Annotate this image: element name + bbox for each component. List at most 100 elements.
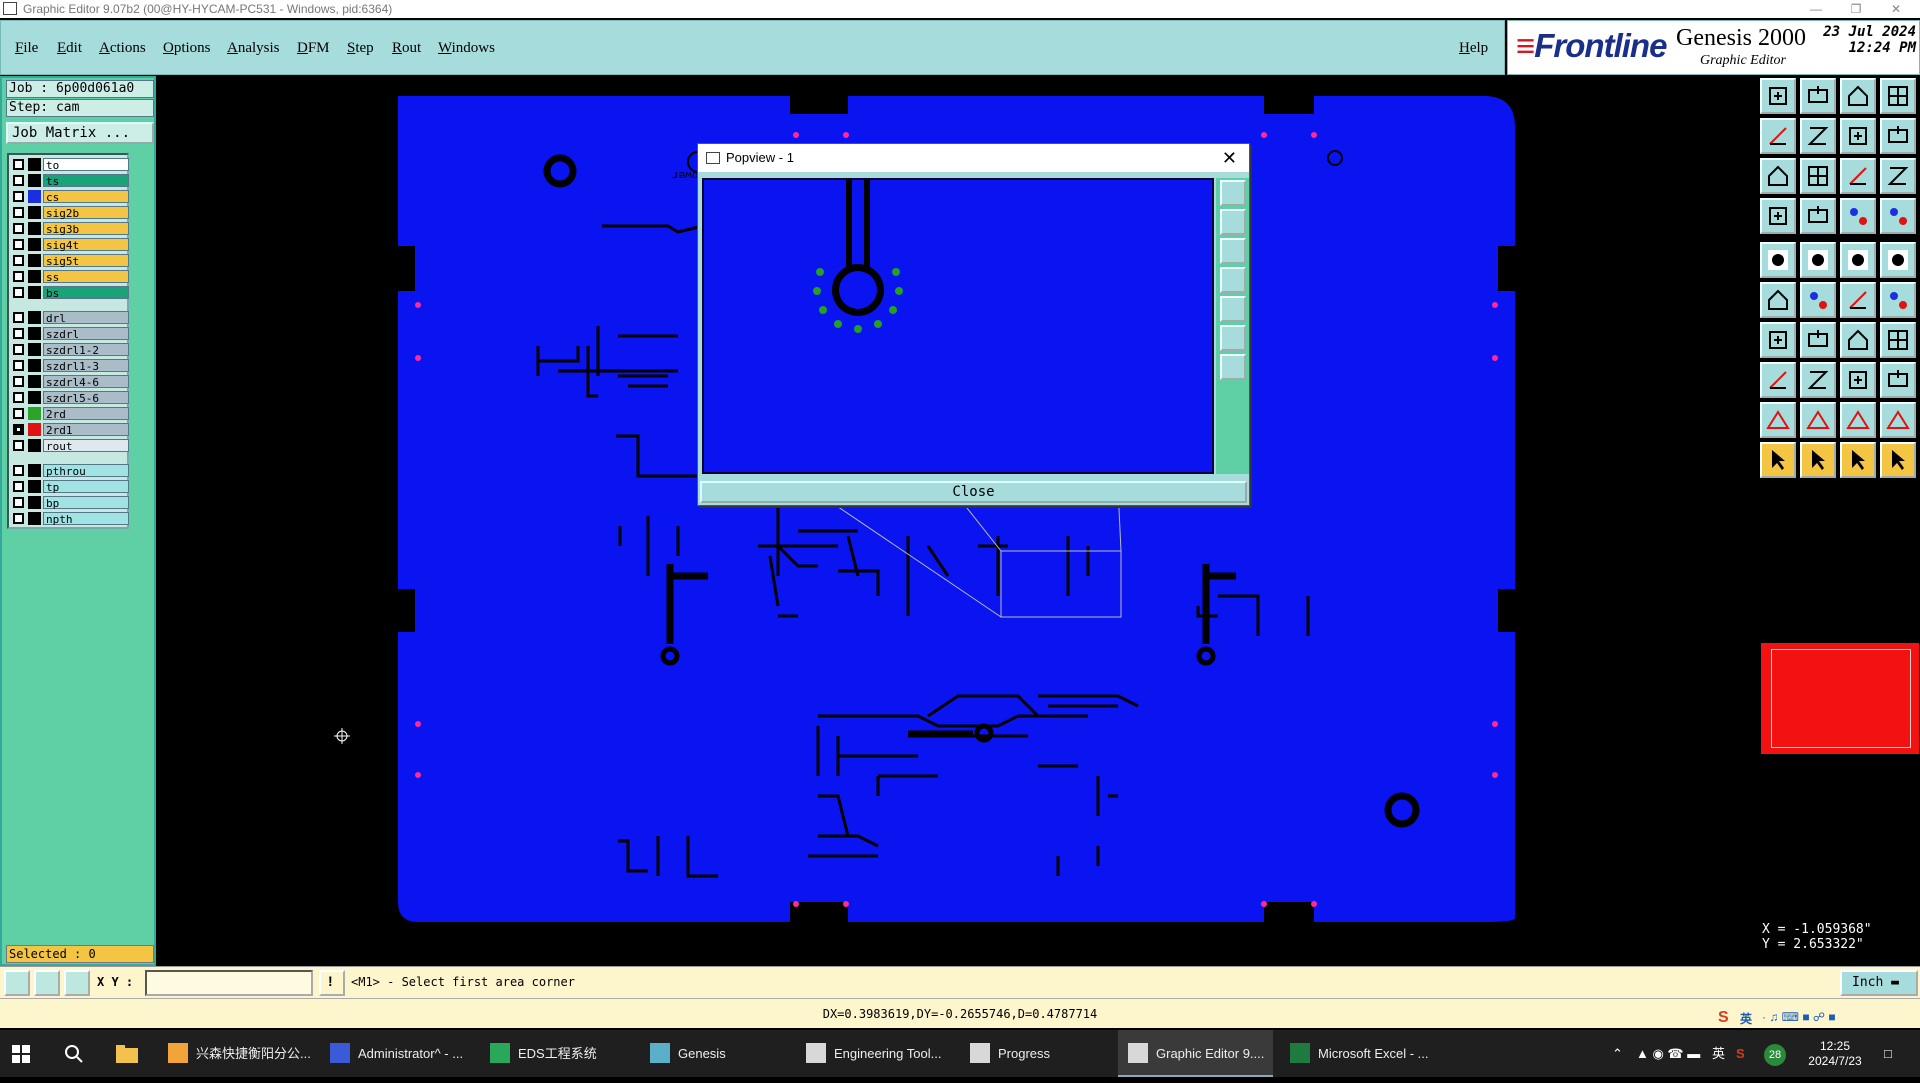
search-icon[interactable] [64, 1030, 84, 1077]
layer-checkbox[interactable] [13, 312, 24, 323]
sogou-icon[interactable]: S [1718, 1009, 1729, 1027]
layer-row-npth[interactable]: npth [11, 511, 129, 526]
layer-name[interactable]: bs [43, 286, 129, 300]
minimize-icon[interactable]: — [1796, 0, 1836, 18]
layer-color-swatch[interactable] [28, 423, 41, 436]
ime-tools-icons[interactable]: · ♫ ⌨ ■ ☍ ■ [1762, 1010, 1836, 1024]
layer-name[interactable]: rout [43, 439, 129, 453]
pan-left-button[interactable] [1760, 118, 1796, 154]
feature-line-button[interactable] [1840, 242, 1876, 278]
zoom-window-button[interactable] [1840, 118, 1876, 154]
popview-pan-up-button[interactable] [1220, 209, 1246, 235]
taskbar-app-4[interactable]: Engineering Tool... [796, 1030, 946, 1077]
taskbar-app-3[interactable]: Genesis [640, 1030, 785, 1077]
layer-checkbox[interactable] [13, 424, 24, 435]
layer-row-szdrl1-3[interactable]: szdrl1-3 [11, 358, 129, 373]
connect-nodes-button[interactable] [1760, 282, 1796, 318]
taskbar-app-0[interactable]: 兴森快捷衡阳分公... [158, 1030, 311, 1077]
layer-row-sig2b[interactable]: sig2b [11, 205, 129, 220]
popview-close-icon[interactable]: ✕ [1222, 144, 1237, 172]
layer-color-swatch[interactable] [28, 512, 41, 525]
layer-name[interactable]: szdrl5-6 [43, 391, 129, 405]
popview-pan-right-button[interactable] [1220, 296, 1246, 322]
menu-rout[interactable]: Rout [392, 40, 421, 57]
zoom-in-button[interactable] [1800, 158, 1836, 194]
feature-filter-button[interactable] [1880, 322, 1916, 358]
layer-checkbox[interactable] [13, 376, 24, 387]
select-cursor-button[interactable] [1840, 442, 1876, 478]
taskbar-app-2[interactable]: EDS工程系统 [480, 1030, 630, 1077]
taskbar-app-7[interactable]: Microsoft Excel - ... [1280, 1030, 1435, 1077]
layer-color-swatch[interactable] [28, 206, 41, 219]
layer-row-bp[interactable]: bp [11, 495, 129, 510]
layer-color-swatch[interactable] [28, 464, 41, 477]
arc-draw-button[interactable] [1840, 322, 1876, 358]
layer-color-swatch[interactable] [28, 375, 41, 388]
layer-checkbox[interactable] [13, 465, 24, 476]
graphic-canvas[interactable]: X1 Power [158, 76, 1756, 966]
line-cut-button[interactable] [1800, 362, 1836, 398]
restore-icon[interactable]: ❐ [1836, 0, 1876, 18]
layer-checkbox[interactable] [13, 360, 24, 371]
layer-checkbox[interactable] [13, 287, 24, 298]
layer-row-rout[interactable]: rout [11, 438, 129, 453]
layer-row-pthrou[interactable]: pthrou [11, 463, 129, 478]
layer-checkbox[interactable] [13, 207, 24, 218]
layer-color-swatch[interactable] [28, 174, 41, 187]
layer-name[interactable]: szdrl1-3 [43, 359, 129, 373]
tray-sogou-icon[interactable]: S [1736, 1030, 1745, 1077]
layer-checkbox[interactable] [13, 223, 24, 234]
home-step-button[interactable] [1840, 78, 1876, 114]
layer-color-swatch[interactable] [28, 496, 41, 509]
overview-window[interactable] [1761, 643, 1919, 754]
popview-pan-left-button[interactable] [1220, 267, 1246, 293]
layer-color-swatch[interactable] [28, 327, 41, 340]
layer-color-swatch[interactable] [28, 270, 41, 283]
layer-color-swatch[interactable] [28, 311, 41, 324]
taskbar-app-5[interactable]: Progress [960, 1030, 1108, 1077]
layer-checkbox[interactable] [13, 255, 24, 266]
polygon-draw-button[interactable] [1760, 402, 1796, 438]
menu-actions[interactable]: Actions [99, 40, 146, 57]
tray-chevron-icon[interactable]: ⌃ [1612, 1030, 1623, 1077]
layer-color-swatch[interactable] [28, 480, 41, 493]
job-matrix-button[interactable]: Job Matrix ... [6, 122, 154, 144]
layer-color-swatch[interactable] [28, 439, 41, 452]
snap-mode-button[interactable] [4, 970, 30, 996]
join-node-button[interactable] [1880, 282, 1916, 318]
layer-name[interactable]: to [43, 158, 129, 172]
save-job-button[interactable] [1800, 78, 1836, 114]
layer-row-bs[interactable]: bs [11, 285, 129, 300]
line-draw-button[interactable] [1760, 322, 1796, 358]
layer-checkbox[interactable] [13, 513, 24, 524]
menu-step[interactable]: Step [347, 40, 374, 57]
move-node-button[interactable] [1840, 282, 1876, 318]
measure-mode-button[interactable] [34, 970, 60, 996]
layer-checkbox[interactable] [13, 440, 24, 451]
layer-row-sig3b[interactable]: sig3b [11, 221, 129, 236]
layer-checkbox[interactable] [13, 159, 24, 170]
layer-name[interactable]: sig4t [43, 238, 129, 252]
layer-checkbox[interactable] [13, 408, 24, 419]
menu-options[interactable]: Options [163, 40, 211, 57]
units-selector[interactable]: Inch ▬ [1840, 970, 1918, 996]
menu-edit[interactable]: Edit [57, 40, 82, 57]
layer-row-tp[interactable]: tp [11, 479, 129, 494]
close-icon[interactable]: ✕ [1876, 0, 1916, 18]
layer-name[interactable]: bp [43, 496, 129, 510]
layer-checkbox[interactable] [13, 175, 24, 186]
feature-break-button[interactable] [1800, 242, 1836, 278]
layer-color-swatch[interactable] [28, 190, 41, 203]
feature-select-button[interactable] [1760, 242, 1796, 278]
layer-color-swatch[interactable] [28, 254, 41, 267]
popview-pan-down-button[interactable] [1220, 238, 1246, 264]
layer-color-swatch[interactable] [28, 407, 41, 420]
polygon-shape-button[interactable] [1880, 402, 1916, 438]
layer-row-sig5t[interactable]: sig5t [11, 253, 129, 268]
open-job-button[interactable] [1760, 78, 1796, 114]
layer-name[interactable]: drl [43, 311, 129, 325]
layer-name[interactable]: ss [43, 270, 129, 284]
layer-row-szdrl5-6[interactable]: szdrl5-6 [11, 390, 129, 405]
layer-row-szdrl[interactable]: szdrl [11, 326, 129, 341]
layer-checkbox[interactable] [13, 344, 24, 355]
